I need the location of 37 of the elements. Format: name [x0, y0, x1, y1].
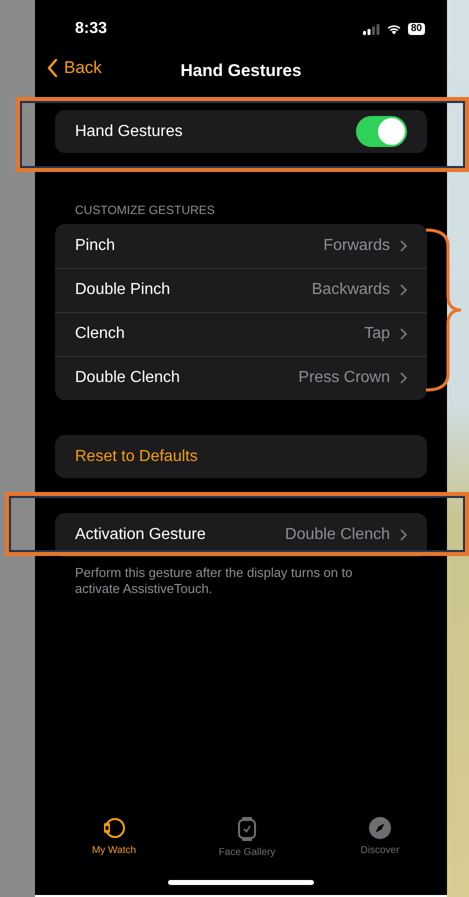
row-label: Double Clench	[75, 369, 180, 387]
row-label: Pinch	[75, 237, 116, 255]
chevron-icon	[400, 372, 407, 384]
row-value: Tap	[364, 325, 390, 343]
row-label: Clench	[75, 325, 125, 343]
list-row[interactable]: Double Pinch Backwards	[55, 268, 427, 312]
chevron-icon	[400, 284, 407, 296]
row-label: Activation Gesture	[75, 526, 206, 544]
row-value: Double Clench	[285, 526, 390, 544]
list-row[interactable]: Clench Tap	[55, 312, 427, 356]
page-title: Hand Gestures	[180, 61, 302, 81]
tab[interactable]: My Watch	[69, 817, 159, 858]
section-header: CUSTOMIZE GESTURES	[74, 202, 216, 219]
back-button[interactable]: Back	[47, 58, 102, 78]
list-row[interactable]: Double Clench Press Crown	[55, 356, 427, 400]
chevron-icon	[400, 529, 407, 541]
row-value: Press Crown	[298, 369, 390, 387]
row-label: Hand Gestures	[75, 122, 183, 140]
watch-icon	[238, 817, 256, 841]
watch-icon	[103, 817, 125, 839]
row-label: Double Pinch	[75, 281, 170, 299]
footer-note: Perform this gesture after the display turns on to activate AssistiveTouch.	[75, 565, 354, 597]
chevron-left-icon	[47, 59, 58, 77]
row-value: Forwards	[323, 237, 390, 255]
compass-icon	[369, 817, 391, 839]
toggle-switch[interactable]	[356, 116, 407, 147]
wifi-icon	[386, 23, 402, 35]
row-value: Backwards	[312, 281, 390, 299]
tab[interactable]: Discover	[335, 817, 425, 858]
signal-icon	[362, 24, 380, 34]
battery-indicator: 80	[408, 23, 425, 35]
list-row[interactable]: Pinch Forwards	[55, 224, 427, 268]
chevron-icon	[400, 240, 407, 252]
status-time: 8:33	[75, 20, 108, 38]
reset-button[interactable]: Reset to Defaults	[55, 435, 427, 478]
chevron-icon	[400, 328, 407, 340]
tab[interactable]: Face Gallery	[202, 817, 292, 858]
